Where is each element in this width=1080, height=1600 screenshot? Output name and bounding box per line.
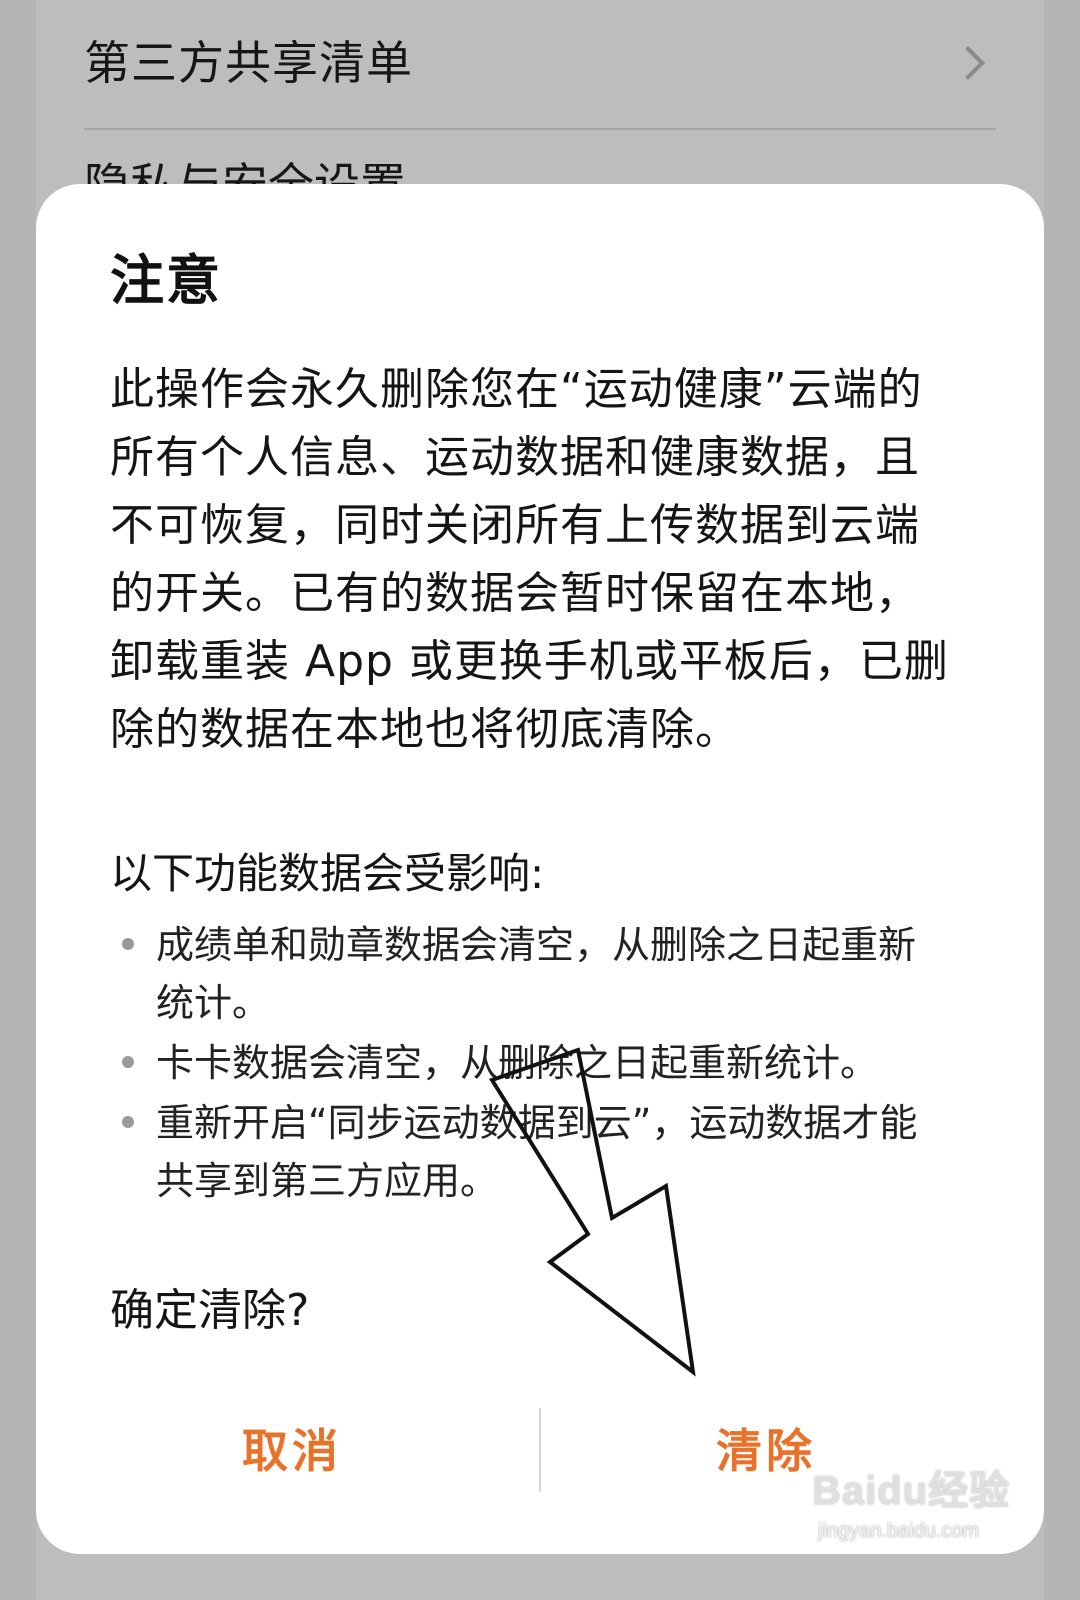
- bullet-text: 重新开启“同步运动数据到云”，运动数据才能共享到第三方应用。: [156, 1101, 918, 1203]
- dialog-title: 注意: [110, 249, 222, 312]
- confirm-clear-dialog: 注意 此操作会永久删除您在“运动健康”云端的所有个人信息、运动数据和健康数据，且…: [36, 184, 1044, 1554]
- third-party-share-list-item[interactable]: 第三方共享清单: [84, 0, 996, 120]
- affected-features-title: 以下功能数据会受影响:: [110, 849, 545, 898]
- baidu-jingyan-watermark: Baidu经验 jingyan.baidu.com: [812, 1458, 1012, 1542]
- watermark-url: jingyan.baidu.com: [818, 1520, 980, 1542]
- list-divider: [84, 128, 996, 130]
- cancel-button[interactable]: 取消: [62, 1398, 522, 1498]
- bullet-icon: [122, 938, 134, 950]
- dialog-message: 此操作会永久删除您在“运动健康”云端的所有个人信息、运动数据和健康数据，且不可恢…: [110, 356, 950, 764]
- list-item: 卡卡数据会清空，从删除之日起重新统计。: [122, 1034, 952, 1092]
- bullet-icon: [122, 1116, 134, 1128]
- affected-features-list: 成绩单和勋章数据会清空，从删除之日起重新统计。 卡卡数据会清空，从删除之日起重新…: [122, 916, 952, 1212]
- bullet-text: 成绩单和勋章数据会清空，从删除之日起重新统计。: [156, 923, 917, 1025]
- partial-list-item-label: 隐私与安全设置: [84, 162, 406, 186]
- list-item: 成绩单和勋章数据会清空，从删除之日起重新统计。: [122, 916, 952, 1032]
- dialog-body-text: 此操作会永久删除您在“运动健康”云端的所有个人信息、运动数据和健康数据，且不可恢…: [110, 364, 949, 755]
- list-item: 重新开启“同步运动数据到云”，运动数据才能共享到第三方应用。: [122, 1094, 952, 1210]
- bullet-icon: [122, 1056, 134, 1068]
- confirm-question: 确定清除?: [110, 1285, 310, 1336]
- list-item-label: 第三方共享清单: [84, 36, 413, 90]
- chevron-right-icon: [956, 45, 986, 75]
- watermark-logo: Baidu经验: [812, 1469, 1011, 1513]
- bullet-text: 卡卡数据会清空，从删除之日起重新统计。: [156, 1041, 879, 1085]
